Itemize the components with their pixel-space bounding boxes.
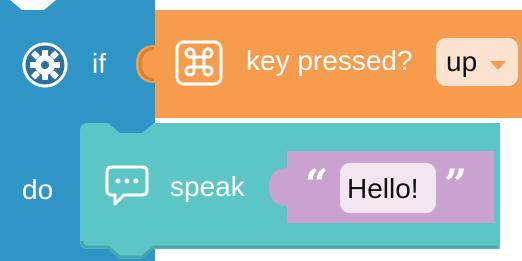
if-label: if xyxy=(92,48,106,79)
chevron-down-icon xyxy=(490,61,506,70)
speak-label: speak xyxy=(170,171,245,202)
close-quote: ” xyxy=(444,161,468,208)
key-dropdown[interactable]: up xyxy=(436,38,518,86)
do-label: do xyxy=(22,174,54,205)
speak-text-field[interactable]: Hello! xyxy=(340,163,436,213)
key-pressed-label: key pressed? xyxy=(246,45,413,76)
key-dropdown-value: up xyxy=(446,46,478,77)
open-quote: “ xyxy=(305,161,329,208)
speech-bubble-icon xyxy=(105,165,149,206)
block-workspace: if do key pressed? up speak “ ” Hello! xyxy=(0,0,522,261)
command-key-icon xyxy=(175,40,223,86)
speak-text-value: Hello! xyxy=(347,173,419,204)
gear-icon xyxy=(22,42,68,88)
